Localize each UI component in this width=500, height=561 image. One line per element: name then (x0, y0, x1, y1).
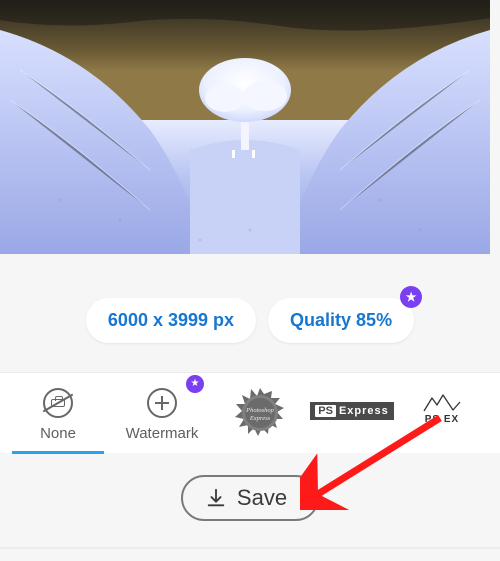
save-button-label: Save (237, 485, 287, 511)
bottom-divider (0, 547, 500, 549)
svg-text:Express: Express (249, 415, 271, 422)
watermark-option-none[interactable]: None (6, 373, 110, 453)
watermark-none-label: None (40, 425, 76, 442)
image-preview[interactable] (0, 0, 490, 254)
save-button[interactable]: Save (181, 475, 319, 521)
resize-button[interactable]: 6000 x 3999 px (86, 298, 256, 343)
watermark-option-seal[interactable]: Photoshop Express (214, 373, 306, 453)
plus-icon (147, 388, 177, 418)
ps-express-dark-icon: PS Express (310, 402, 394, 420)
wax-seal-icon: Photoshop Express (235, 388, 285, 438)
express-text: Express (339, 405, 389, 417)
quality-label: Quality 85% (290, 310, 392, 330)
export-options-row: 6000 x 3999 px Quality 85% (0, 298, 500, 343)
ps-express-mountain-icon: PS EX (402, 394, 482, 433)
none-icon (43, 388, 73, 418)
ps-badge: PS (315, 405, 336, 417)
psx-light-label: PS EX (425, 414, 459, 425)
resize-label: 6000 x 3999 px (108, 310, 234, 330)
download-icon (205, 487, 227, 509)
save-row: Save (0, 475, 500, 521)
svg-text:Photoshop: Photoshop (245, 407, 275, 414)
premium-star-icon (186, 375, 204, 393)
watermark-option-custom[interactable]: Watermark (110, 373, 214, 453)
premium-star-icon (400, 286, 422, 308)
watermark-option-psexpress-light[interactable]: PS EX (398, 373, 486, 453)
watermark-custom-label: Watermark (126, 425, 199, 442)
quality-button[interactable]: Quality 85% (268, 298, 414, 343)
watermark-option-psexpress-dark[interactable]: PS Express (306, 373, 398, 453)
psx-light-sublabel (441, 427, 443, 433)
watermark-selector: None Watermark Photoshop Express (0, 373, 500, 453)
